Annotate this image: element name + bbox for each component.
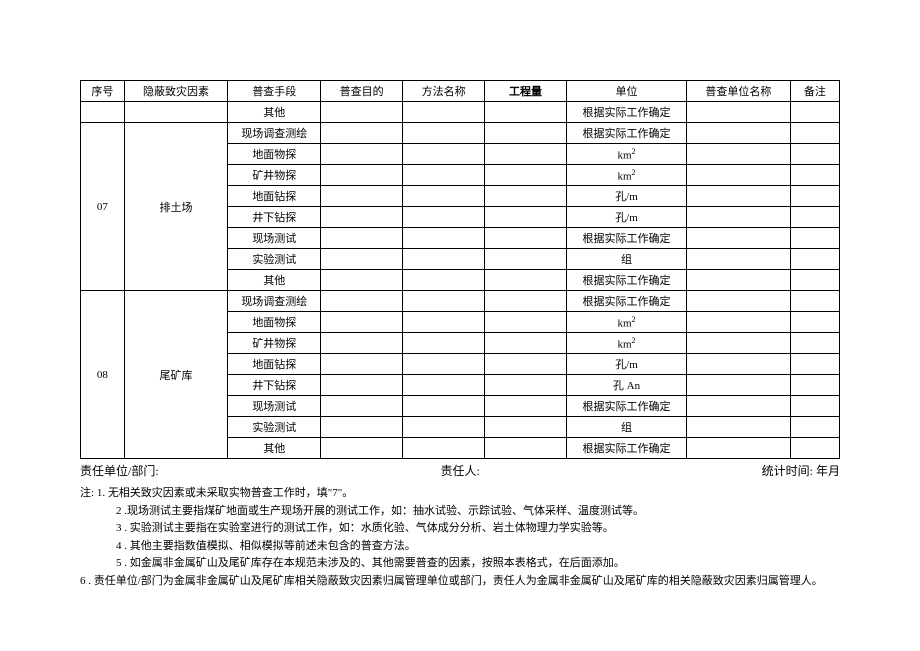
th-gcl: 工程量 [485, 81, 567, 102]
note-2: 2 .现场测试主要指煤矿地面或生产现场开展的测试工作，如：抽水试验、示踪试验、气… [116, 503, 840, 521]
th-factor: 隐蔽致灾因素 [124, 81, 228, 102]
cell-method: 实验测试 [228, 417, 321, 438]
cell-unit: 孔 An [566, 375, 686, 396]
cell-unit: 根据实际工作确定 [566, 438, 686, 459]
note-1: 注: 1. 无相关致灾因素或未采取实物普查工作时，填"7"。 [80, 485, 840, 503]
cell-factor: 排土场 [124, 123, 228, 291]
cell-unit: 根据实际工作确定 [566, 102, 686, 123]
cell-method: 现场测试 [228, 396, 321, 417]
table-row: 08 尾矿库 现场调查测绘 根据实际工作确定 [81, 291, 840, 312]
cell-method: 井下钻探 [228, 375, 321, 396]
footer-signatures: 责任单位/部门: 责任人: 统计时间: 年月 [80, 462, 840, 479]
cell-unit: 根据实际工作确定 [566, 270, 686, 291]
cell-method: 其他 [228, 270, 321, 291]
cell-method: 地面物探 [228, 312, 321, 333]
th-method: 普查手段 [228, 81, 321, 102]
note-6: 6 . 责任单位/部门为金属非金属矿山及尾矿库相关隐蔽致灾因素归属管理单位或部门… [80, 573, 840, 591]
cell-unit: 根据实际工作确定 [566, 228, 686, 249]
th-seq: 序号 [81, 81, 125, 102]
th-purpose: 普查目的 [321, 81, 403, 102]
note-5: 5 . 如金属非金属矿山及尾矿库存在本规范未涉及的、其他需要普查的因素，按照本表… [116, 555, 840, 573]
cell-method: 现场调查测绘 [228, 123, 321, 144]
survey-table: 序号 隐蔽致灾因素 普查手段 普查目的 方法名称 工程量 单位 普查单位名称 备… [80, 80, 840, 459]
cell-unit: 孔/m [566, 186, 686, 207]
note-3: 3 . 实验测试主要指在实验室进行的测试工作，如：水质化验、气体成分分析、岩土体… [116, 520, 840, 538]
th-methodname: 方法名称 [403, 81, 485, 102]
footer-mid: 责任人: [440, 462, 479, 479]
cell-method: 矿井物探 [228, 333, 321, 354]
cell-method: 现场测试 [228, 228, 321, 249]
cell-unit: 根据实际工作确定 [566, 291, 686, 312]
cell-method: 现场调查测绘 [228, 291, 321, 312]
notes-block: 注: 1. 无相关致灾因素或未采取实物普查工作时，填"7"。 2 .现场测试主要… [80, 485, 840, 591]
cell-unit: km2 [566, 144, 686, 165]
cell-unit: km2 [566, 333, 686, 354]
footer-right: 统计时间: 年月 [762, 462, 840, 479]
cell-unit: 根据实际工作确定 [566, 123, 686, 144]
cell-unit: 组 [566, 417, 686, 438]
footer-left: 责任单位/部门: [80, 462, 159, 479]
cell-method: 其他 [228, 102, 321, 123]
cell-unit: 孔/m [566, 354, 686, 375]
table-row: 07 排土场 现场调查测绘 根据实际工作确定 [81, 123, 840, 144]
note-4: 4 . 其他主要指数值模拟、相似模拟等前述未包含的普查方法。 [116, 538, 840, 556]
cell-seq [81, 102, 125, 123]
cell-unit: km2 [566, 165, 686, 186]
th-unit: 单位 [566, 81, 686, 102]
cell-method: 地面钻探 [228, 186, 321, 207]
cell-seq: 07 [81, 123, 125, 291]
cell-method: 地面物探 [228, 144, 321, 165]
table-row: 其他 根据实际工作确定 [81, 102, 840, 123]
cell-method: 其他 [228, 438, 321, 459]
cell-unit: km2 [566, 312, 686, 333]
th-note: 备注 [790, 81, 839, 102]
cell-method: 地面钻探 [228, 354, 321, 375]
cell-unit: 根据实际工作确定 [566, 396, 686, 417]
cell-factor [124, 102, 228, 123]
cell-method: 实验测试 [228, 249, 321, 270]
cell-factor: 尾矿库 [124, 291, 228, 459]
th-sname: 普查单位名称 [687, 81, 791, 102]
cell-unit: 孔/m [566, 207, 686, 228]
table-header: 序号 隐蔽致灾因素 普查手段 普查目的 方法名称 工程量 单位 普查单位名称 备… [81, 81, 840, 102]
cell-unit: 组 [566, 249, 686, 270]
cell-method: 井下钻探 [228, 207, 321, 228]
cell-method: 矿井物探 [228, 165, 321, 186]
cell-seq: 08 [81, 291, 125, 459]
